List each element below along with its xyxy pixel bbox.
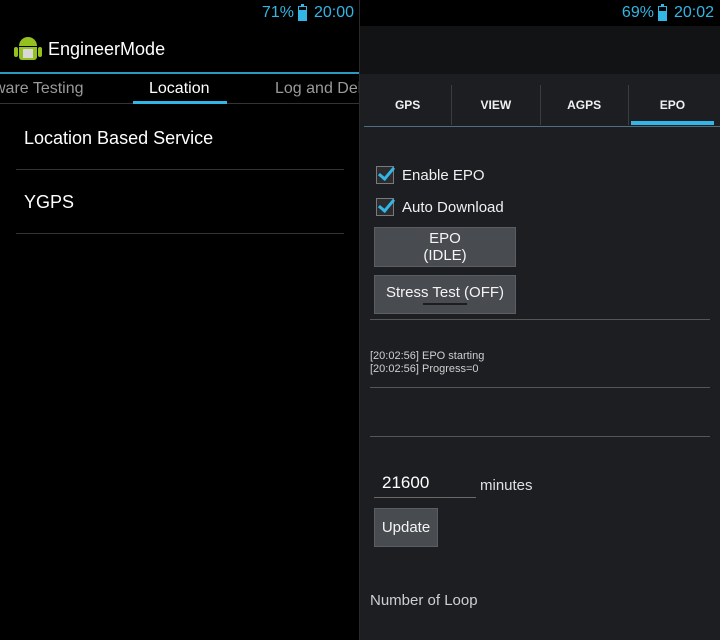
log-line: [20:02:56] Progress=0 (370, 363, 479, 375)
enable-epo-row[interactable]: Enable EPO (376, 166, 485, 184)
enable-epo-label: Enable EPO (402, 166, 485, 184)
battery-icon (297, 3, 307, 21)
ygps-tabs: GPS VIEW AGPS EPO (364, 85, 716, 125)
battery-icon (657, 3, 667, 21)
battery-percent: 71% (261, 4, 294, 21)
tab-agps[interactable]: AGPS (541, 85, 629, 125)
status-bar: 69% 20:02 (360, 0, 720, 26)
battery-percent: 69% (621, 4, 654, 21)
section-divider (370, 436, 710, 437)
stress-test-label: Stress Test (OFF) (385, 284, 505, 301)
right-screen: 69% 20:02 GPS VIEW AGPS EPO Enable EPO A… (360, 0, 720, 640)
clock: 20:02 (673, 4, 714, 21)
interval-input[interactable]: 21600 (374, 470, 476, 498)
auto-download-row[interactable]: Auto Download (376, 198, 504, 216)
tab-gps[interactable]: GPS (364, 85, 453, 125)
log-line: [20:02:56] EPO starting (370, 350, 485, 362)
tab-hardware-testing[interactable]: ware Testing (0, 80, 84, 98)
stress-test-button[interactable]: Stress Test (OFF) (374, 275, 516, 314)
status-bar: 71% 20:00 (0, 0, 360, 26)
tabs-divider (364, 126, 720, 127)
list-item-label: YGPS (24, 191, 75, 212)
tab-location[interactable]: Location (149, 80, 210, 98)
left-screen: 71% 20:00 EngineerMode ware Testing Loca… (0, 0, 360, 640)
tab-epo[interactable]: EPO (629, 85, 716, 125)
android-app-icon (14, 34, 42, 64)
app-title: EngineerMode (48, 38, 166, 59)
epo-button-line1: EPO (429, 230, 461, 247)
tab-indicator (133, 101, 227, 104)
action-bar: EngineerMode (0, 26, 360, 72)
title-band (360, 26, 720, 74)
button-press-indicator (423, 303, 467, 305)
clock: 20:00 (313, 4, 354, 21)
update-button[interactable]: Update (374, 508, 438, 547)
location-list: Location Based Service YGPS (0, 106, 360, 234)
tab-log-and-debug[interactable]: Log and Del (275, 80, 360, 98)
section-divider (370, 387, 710, 388)
update-button-label: Update (381, 519, 431, 536)
list-item-label: Location Based Service (24, 127, 214, 148)
epo-button[interactable]: EPO (IDLE) (374, 227, 516, 267)
section-divider (370, 319, 710, 320)
number-of-loop-label: Number of Loop (370, 592, 478, 609)
list-item-ygps[interactable]: YGPS (0, 170, 360, 234)
auto-download-label: Auto Download (402, 198, 504, 216)
tab-view[interactable]: VIEW (452, 85, 541, 125)
list-item-location-based-service[interactable]: Location Based Service (0, 106, 360, 170)
checkbox-checked-icon[interactable] (376, 198, 394, 216)
epo-log: [20:02:56] EPO starting [20:02:56] Progr… (370, 350, 484, 376)
interval-units: minutes (480, 477, 533, 494)
checkbox-checked-icon[interactable] (376, 166, 394, 184)
epo-button-line2: (IDLE) (423, 247, 467, 264)
